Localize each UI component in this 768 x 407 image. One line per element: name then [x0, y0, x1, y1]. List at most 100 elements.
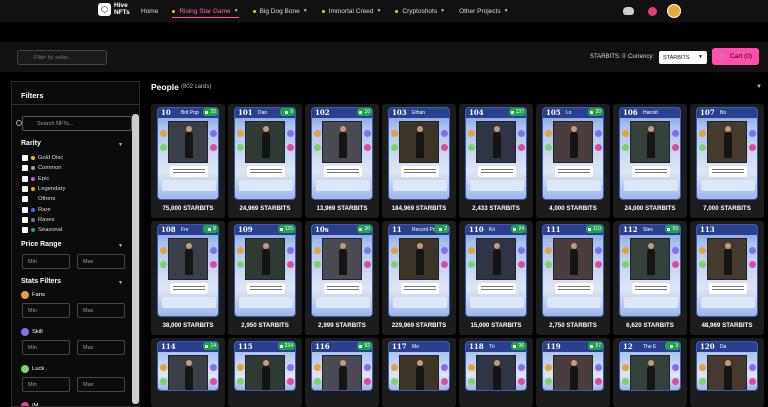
stat-min-input[interactable]: Min	[22, 340, 70, 355]
nft-card[interactable]: 10 Brit Pop 25 75,000 STARBITS	[151, 104, 225, 218]
card-art: 120 Da	[696, 341, 758, 391]
nft-card[interactable]: 117 Mo	[382, 338, 456, 407]
person-figure	[647, 360, 655, 390]
stat-icon	[21, 402, 29, 406]
nft-card[interactable]: 120 Da	[690, 338, 764, 407]
rarity-option[interactable]: Gold Disc	[22, 153, 65, 163]
stat-max-input[interactable]: Max	[77, 340, 125, 355]
nav-item[interactable]: Immortal Creed ▼	[321, 0, 381, 22]
nav-item[interactable]: Big Dog Bone ▼	[252, 0, 308, 22]
checkbox[interactable]	[22, 227, 28, 234]
stat-min-input[interactable]: Min	[22, 303, 70, 318]
nav-item[interactable]: Other Projects ▼	[459, 0, 509, 22]
nft-card[interactable]: 105 Lo 20 4,000 STARBITS	[536, 104, 610, 218]
card-stat-icon	[468, 144, 475, 151]
card-photo	[245, 121, 285, 163]
card-photo	[476, 355, 516, 390]
nft-card[interactable]: 115 234	[228, 338, 302, 407]
nft-card[interactable]: 106 Harold 24,000 STARBITS	[613, 104, 687, 218]
nft-card[interactable]: 119 57	[536, 338, 610, 407]
card-quote-box	[170, 166, 208, 177]
nft-card[interactable]: 111 110 2,750 STARBITS	[536, 221, 610, 335]
card-count-badge: 30	[357, 225, 372, 233]
checkbox[interactable]	[22, 155, 28, 162]
card-photo	[399, 238, 439, 280]
nft-card[interactable]: 107 Bo 7,000 STARBITS	[690, 104, 764, 218]
rarity-option[interactable]: Seasonal	[22, 225, 65, 235]
stat-min-input[interactable]: Min	[22, 377, 70, 392]
nft-card[interactable]: 103 Ethan 184,969 STARBITS	[382, 104, 456, 218]
nav-item[interactable]: Rising Star Game ▼	[172, 0, 239, 22]
card-photo	[168, 121, 208, 163]
person-figure	[262, 360, 270, 390]
rarity-option[interactable]: Common	[22, 163, 65, 173]
rarity-option[interactable]: Raves	[22, 215, 65, 225]
nft-card[interactable]: 110 Kri 24 15,000 STARBITS	[459, 221, 533, 335]
checkbox[interactable]	[22, 175, 28, 182]
stat-filter-label: Fans	[21, 291, 45, 299]
nft-card[interactable]: 118 Tri 36	[459, 338, 533, 407]
currency-select[interactable]: STARBITS ▼	[659, 51, 707, 64]
filters-sidebar: Filters Search NFTs... Rarity ▼ Gold Dis…	[11, 81, 140, 407]
stat-name: IM	[32, 403, 39, 407]
price-max-input[interactable]: Max	[77, 254, 125, 269]
card-info-box	[393, 297, 447, 308]
card-photo	[553, 355, 593, 390]
rarity-option[interactable]: Epic	[22, 174, 65, 184]
card-stat-icon	[518, 261, 525, 268]
price-min-input[interactable]: Min	[22, 254, 70, 269]
stat-max-input[interactable]: Max	[77, 303, 125, 318]
profile-icon[interactable]	[648, 6, 657, 16]
rarity-option[interactable]: Rare	[22, 204, 65, 214]
nft-card[interactable]: 109 125 2,950 STARBITS	[228, 221, 302, 335]
checkbox[interactable]	[22, 165, 28, 172]
nft-card[interactable]: 108 Fre 8 38,000 STARBITS	[151, 221, 225, 335]
card-quote-box	[170, 283, 208, 294]
nft-card[interactable]: 11 Record Produ2 229,969 STARBITS	[382, 221, 456, 335]
checkbox[interactable]	[22, 196, 28, 203]
search-nfts-input[interactable]: Search NFTs...	[22, 116, 132, 131]
person-figure	[493, 360, 501, 390]
nft-card[interactable]: 12 The E 3	[613, 338, 687, 407]
chevron-down-icon[interactable]: ▼	[118, 243, 123, 249]
card-stat-icon	[595, 130, 602, 137]
chevron-down-icon[interactable]: ▼	[118, 280, 123, 286]
stat-name: Luck	[32, 366, 45, 372]
nft-card[interactable]: 10s 30 2,999 STARBITS	[305, 221, 379, 335]
checkbox[interactable]	[22, 206, 28, 213]
person-figure	[185, 243, 193, 275]
nft-card[interactable]: 101 Dan 9 24,969 STARBITS	[228, 104, 302, 218]
card-quote-box	[324, 283, 362, 294]
hive-nfts-logo[interactable]: ⬡ Hive NFTs	[98, 2, 130, 16]
checkbox[interactable]	[22, 186, 28, 193]
nft-card[interactable]: 112 Stev 59 6,620 STARBITS	[613, 221, 687, 335]
card-stat-icon	[237, 144, 244, 151]
nft-card[interactable]: 113 48,969 STARBITS	[690, 221, 764, 335]
nav-item[interactable]: Cryptoshots ▼	[395, 0, 445, 22]
discord-icon[interactable]	[623, 7, 634, 15]
card-number: 111	[546, 225, 561, 234]
nav-item[interactable]: Home	[141, 0, 158, 22]
stat-max-input[interactable]: Max	[77, 377, 125, 392]
card-number: 104	[469, 108, 484, 117]
rarity-option[interactable]: Legendary	[22, 184, 65, 194]
nft-card[interactable]: 116 92	[305, 338, 379, 407]
cart-button[interactable]: 🛒 Cart (0)	[712, 48, 759, 65]
checkbox[interactable]	[22, 216, 28, 223]
person-figure	[647, 243, 655, 275]
rarity-label: Epic	[38, 175, 50, 182]
rarity-option[interactable]: Others	[22, 194, 65, 204]
avatar[interactable]	[667, 4, 681, 18]
card-stat-icon	[441, 130, 448, 137]
sidebar-scrollbar[interactable]	[132, 114, 139, 404]
nft-card[interactable]: 104 137 2,433 STARBITS	[459, 104, 533, 218]
nft-card[interactable]: 114 14	[151, 338, 225, 407]
card-stat-icon	[210, 261, 217, 268]
chevron-down-icon[interactable]: ▼	[118, 142, 123, 148]
card-price: 24,000 STARBITS	[624, 205, 676, 212]
card-stat-icon	[699, 144, 706, 151]
card-stat-icon	[314, 378, 321, 385]
chevron-down-icon[interactable]: ▼	[756, 84, 762, 90]
filter-seller-input[interactable]	[17, 50, 107, 65]
nft-card[interactable]: 102 10 13,969 STARBITS	[305, 104, 379, 218]
